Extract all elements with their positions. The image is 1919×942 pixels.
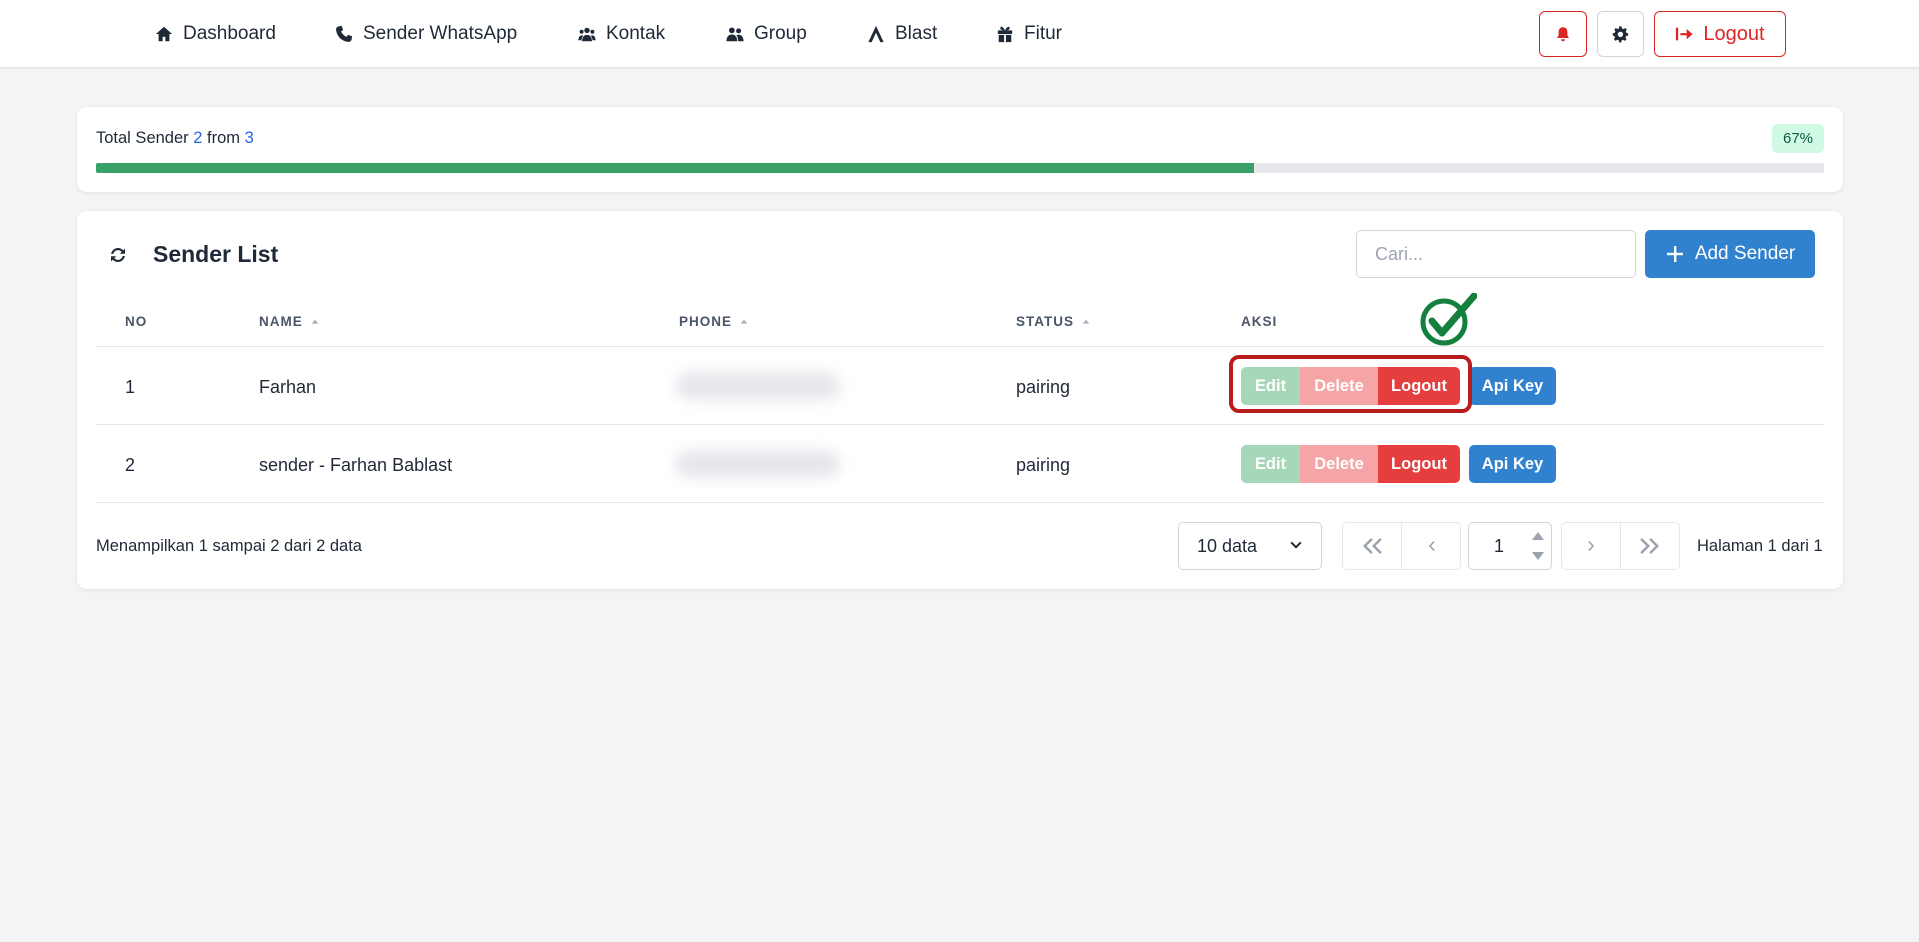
double-chevron-right-icon (1640, 538, 1659, 554)
total-sender-text: Total Sender 2 from 3 (96, 129, 254, 148)
user-group-icon (726, 27, 744, 42)
chevron-right-icon (1587, 540, 1594, 552)
api-key-button[interactable]: Api Key (1469, 367, 1556, 405)
chevron-left-icon (1428, 540, 1435, 552)
column-header-status[interactable]: STATUS (1016, 314, 1090, 329)
blurred-phone (675, 372, 840, 400)
row-actions: Edit Delete Logout (1241, 367, 1460, 405)
phone-icon (336, 25, 353, 42)
edit-button[interactable]: Edit (1241, 445, 1300, 483)
edit-button[interactable]: Edit (1241, 367, 1300, 405)
spin-down-icon[interactable] (1531, 550, 1545, 562)
notification-button[interactable] (1539, 11, 1587, 57)
column-header-name[interactable]: NAME (259, 314, 319, 329)
plus-icon (1666, 246, 1683, 262)
nav-kontak-label: Kontak (606, 23, 666, 44)
percent-badge: 67% (1772, 124, 1824, 153)
total-sender-total: 3 (244, 129, 254, 147)
add-sender-button[interactable]: Add Sender (1645, 230, 1815, 278)
nav-dashboard[interactable]: Dashboard (155, 20, 276, 48)
delete-button[interactable]: Delete (1300, 367, 1378, 405)
page-info: Halaman 1 dari 1 (1697, 537, 1823, 555)
column-name-label: NAME (259, 314, 303, 329)
api-key-button[interactable]: Api Key (1469, 445, 1556, 483)
nav-dashboard-label: Dashboard (183, 23, 276, 44)
logout-icon (1676, 27, 1693, 41)
pagination-info: Menampilkan 1 sampai 2 dari 2 data (96, 537, 362, 555)
row-no: 2 (125, 455, 136, 475)
chevron-down-icon (1290, 541, 1302, 549)
bell-icon (1557, 27, 1569, 42)
refresh-icon (111, 248, 125, 262)
total-sender-from: from (207, 129, 241, 147)
logout-button[interactable]: Logout (1654, 11, 1786, 57)
per-page-select[interactable]: 10 data (1178, 522, 1322, 570)
nav-group-label: Group (754, 23, 807, 44)
logout-button-label: Logout (1703, 22, 1765, 45)
row-no: 1 (125, 377, 136, 397)
column-status-label: STATUS (1016, 314, 1074, 329)
last-page-button[interactable] (1620, 522, 1680, 570)
row-actions: Edit Delete Logout (1241, 445, 1460, 483)
per-page-value: 10 data (1197, 535, 1258, 556)
row-status: pairing (1016, 455, 1071, 475)
settings-button[interactable] (1597, 11, 1644, 57)
nav-sender-whatsapp[interactable]: Sender WhatsApp (335, 20, 517, 48)
nav-group[interactable]: Group (726, 20, 807, 48)
row-divider (96, 346, 1824, 347)
delete-button[interactable]: Delete (1300, 445, 1378, 483)
nav-fitur[interactable]: Fitur (996, 20, 1062, 48)
column-header-no: NO (125, 314, 147, 329)
sort-caret-icon (1082, 319, 1090, 324)
progress-bar (96, 163, 1824, 173)
column-aksi-label: AKSI (1241, 314, 1278, 329)
nav-fitur-label: Fitur (1024, 23, 1062, 44)
sort-caret-icon (311, 319, 318, 324)
add-sender-label: Add Sender (1694, 243, 1796, 264)
nav-blast-label: Blast (895, 23, 938, 44)
gear-icon (1612, 25, 1629, 42)
home-icon (155, 26, 173, 42)
column-phone-label: PHONE (679, 314, 733, 329)
page-number-stepper[interactable] (1468, 522, 1552, 570)
double-chevron-left-icon (1363, 538, 1382, 554)
blurred-phone (675, 450, 840, 478)
sort-caret-icon (740, 319, 748, 324)
gift-icon (997, 26, 1013, 43)
total-sender-used: 2 (193, 129, 203, 147)
row-name: Farhan (259, 377, 317, 397)
row-name: sender - Farhan Bablast (259, 455, 453, 475)
users-icon (578, 27, 596, 42)
sender-list-card: Sender List Add Sender NO NAME PHONE STA… (77, 211, 1843, 589)
page-number-input[interactable] (1469, 523, 1529, 569)
nav-kontak[interactable]: Kontak (578, 20, 665, 48)
column-no-label: NO (125, 314, 148, 329)
column-header-phone[interactable]: PHONE (679, 314, 748, 329)
row-divider (96, 502, 1824, 503)
row-status: pairing (1016, 377, 1071, 397)
top-navbar: Dashboard Sender WhatsApp Kontak Group B… (0, 0, 1919, 67)
nav-sender-whatsapp-label: Sender WhatsApp (363, 23, 518, 44)
refresh-button[interactable] (108, 245, 128, 265)
checkmark-icon (1420, 293, 1477, 346)
nav-blast[interactable]: Blast (867, 20, 937, 48)
sender-logout-button[interactable]: Logout (1378, 445, 1460, 483)
spin-up-icon[interactable] (1531, 530, 1545, 542)
sender-list-title: Sender List (153, 241, 279, 267)
column-header-aksi: AKSI (1241, 314, 1277, 329)
total-sender-label: Total Sender (96, 129, 189, 147)
search-input[interactable] (1356, 230, 1636, 278)
total-sender-card: Total Sender 2 from 3 67% (77, 107, 1843, 192)
blast-icon (868, 25, 884, 43)
previous-page-button[interactable] (1401, 522, 1461, 570)
row-divider (96, 424, 1824, 425)
first-page-button[interactable] (1342, 522, 1402, 570)
sender-logout-button[interactable]: Logout (1378, 367, 1460, 405)
progress-fill (96, 163, 1254, 173)
next-page-button[interactable] (1561, 522, 1621, 570)
